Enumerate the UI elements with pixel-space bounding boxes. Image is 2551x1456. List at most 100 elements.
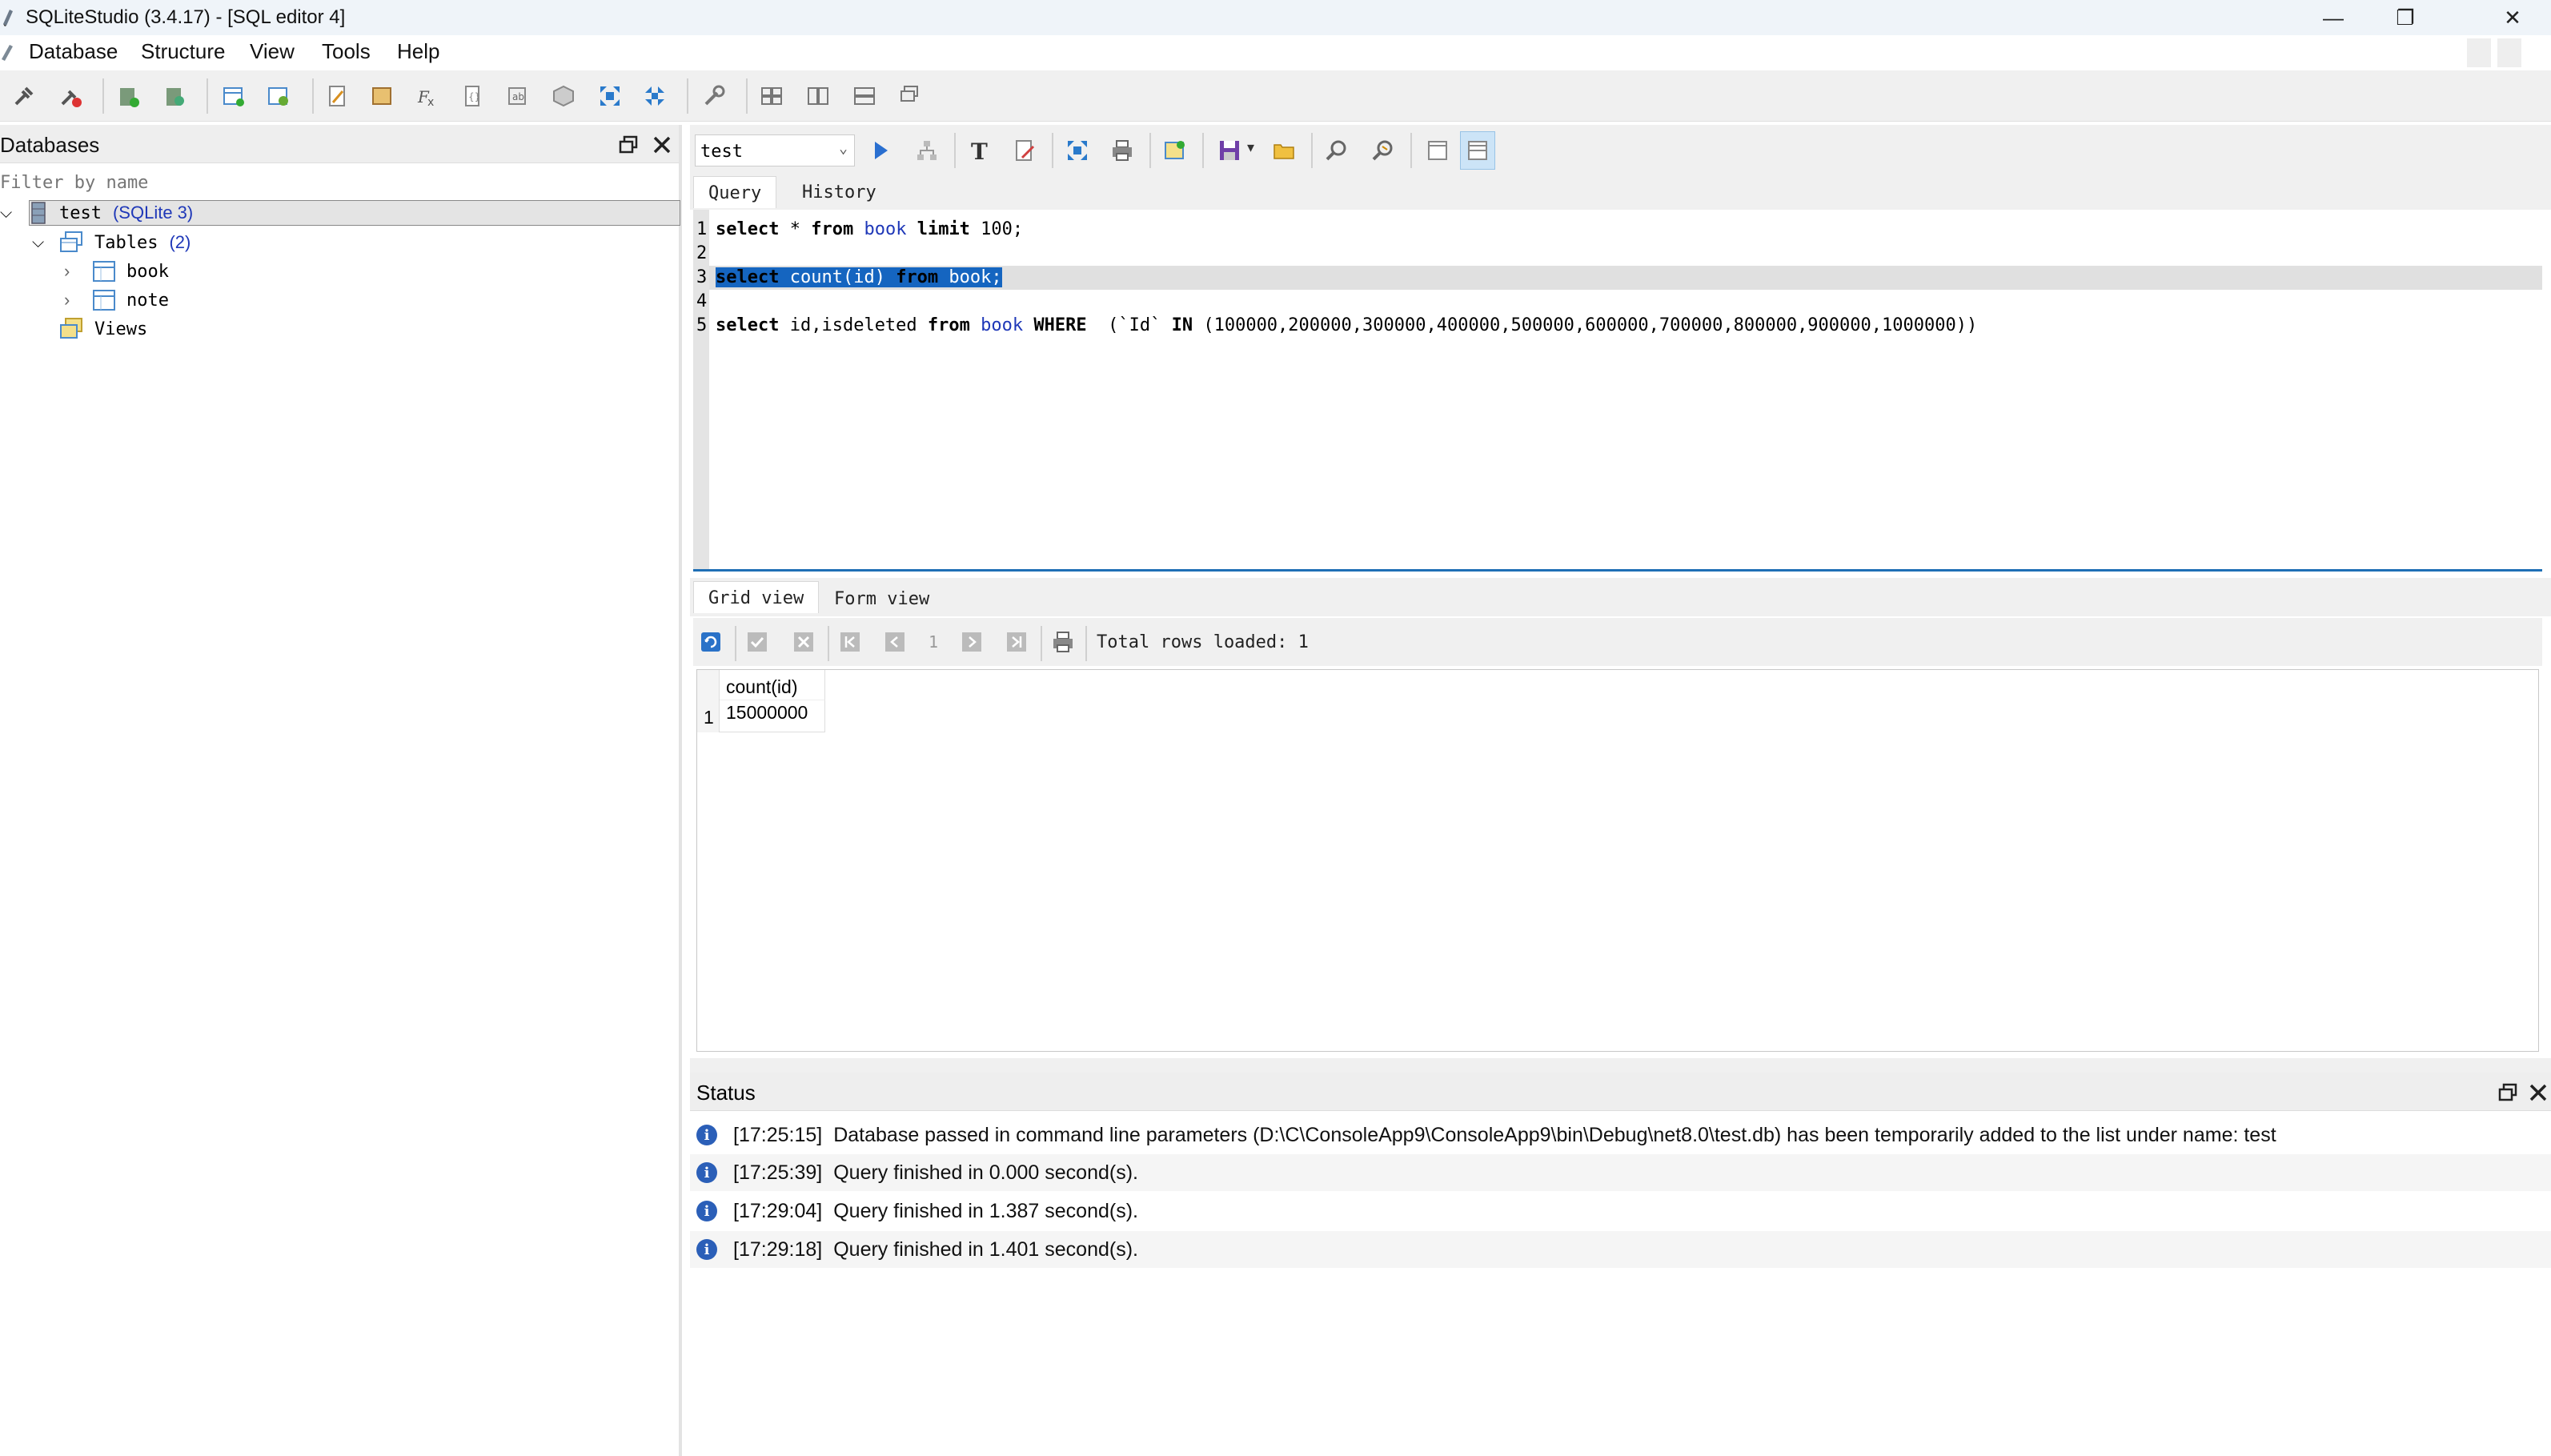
toolbar-separator <box>1410 133 1412 168</box>
fullscreen-results-button[interactable] <box>1063 136 1092 165</box>
menu-view[interactable]: View <box>250 39 295 64</box>
edit-database-button[interactable] <box>160 82 189 110</box>
cascade-windows-button[interactable] <box>596 82 624 110</box>
table-icon <box>93 261 115 282</box>
find-button[interactable] <box>1322 136 1351 165</box>
toolbar-separator <box>954 133 956 168</box>
refresh-results-button[interactable] <box>696 628 725 656</box>
restore-button[interactable]: ❐ <box>2369 0 2441 35</box>
cell-value: 15000000 <box>726 702 808 723</box>
tree-tables[interactable]: ⌵ Tables (2) <box>32 229 191 256</box>
edit-pen-icon <box>2 45 13 61</box>
open-sql-editor-button[interactable] <box>323 82 352 110</box>
status-panel-title: Status <box>696 1081 756 1105</box>
tile-vertical-button[interactable] <box>850 82 879 110</box>
execute-query-button[interactable] <box>866 136 895 165</box>
results-below-button[interactable] <box>1463 136 1492 165</box>
close-panel-icon[interactable] <box>652 134 672 155</box>
row-number: 1 <box>704 707 714 728</box>
extensions-button[interactable]: ab <box>503 82 531 110</box>
fit-windows-button[interactable] <box>640 82 669 110</box>
commit-button[interactable] <box>743 628 772 656</box>
expand-chevron-icon[interactable]: › <box>64 261 82 282</box>
connect-button[interactable] <box>10 82 38 110</box>
tree-table-book[interactable]: › book <box>64 258 169 285</box>
expand-chevron-icon[interactable]: › <box>64 290 82 311</box>
ddl-history-button[interactable] <box>368 82 397 110</box>
save-dropdown-arrow-icon[interactable]: ▾ <box>1247 139 1254 156</box>
add-database-button[interactable] <box>114 82 142 110</box>
snippets-button[interactable] <box>549 82 578 110</box>
results-tabs-bar: Grid view Form view <box>690 578 2551 616</box>
database-select-value: test <box>700 142 743 162</box>
tree-views[interactable]: Views <box>59 315 147 343</box>
sql-editor-toolbar: test ⌄ T ▾ <box>690 125 2551 176</box>
close-panel-icon[interactable] <box>2528 1082 2549 1103</box>
collapse-chevron-icon[interactable]: ⌵ <box>0 204 19 223</box>
tab-grid-view[interactable]: Grid view <box>693 581 820 613</box>
tile-icon <box>761 87 782 105</box>
status-splitter[interactable] <box>690 1058 2551 1073</box>
sql-text: count(id) <box>779 267 896 287</box>
print-results-button[interactable] <box>1049 628 1077 656</box>
find-replace-button[interactable] <box>1369 136 1398 165</box>
format-sql-button[interactable]: T <box>965 136 994 165</box>
sql-text: 100; <box>969 219 1024 239</box>
functions-editor-button[interactable]: Fx <box>413 82 442 110</box>
tile-horizontal-button[interactable] <box>804 82 832 110</box>
tile-vertical-icon <box>854 87 875 105</box>
menu-tools[interactable]: Tools <box>322 39 371 64</box>
previous-page-button[interactable] <box>880 628 909 656</box>
menu-structure[interactable]: Structure <box>141 39 226 64</box>
toolbar-separator <box>102 78 104 114</box>
tile-windows-button[interactable] <box>757 82 786 110</box>
results-grid[interactable]: count(id) 1 15000000 <box>696 669 2539 1052</box>
sql-keyword: from <box>811 219 854 239</box>
results-in-tab-button[interactable] <box>1423 136 1452 165</box>
menu-help[interactable]: Help <box>397 39 439 64</box>
collations-editor-button[interactable]: {} <box>458 82 487 110</box>
info-icon: i <box>696 1239 717 1260</box>
connect-plug-icon <box>14 86 34 106</box>
tree-table-note[interactable]: › note <box>64 287 169 314</box>
create-view-button[interactable] <box>1161 136 1189 165</box>
tab-history[interactable]: History <box>788 176 891 208</box>
status-text: Query finished in 0.000 second(s). <box>833 1161 1138 1184</box>
svg-text:{}: {} <box>468 91 480 102</box>
next-page-button[interactable] <box>957 628 986 656</box>
tab-form-view[interactable]: Form view <box>820 583 944 615</box>
disconnect-button[interactable] <box>56 82 85 110</box>
configure-button[interactable] <box>700 82 728 110</box>
database-filter-input[interactable] <box>0 170 679 195</box>
sql-text: (100000,200000,300000,400000,500000,6000… <box>1193 315 1978 335</box>
database-select[interactable]: test ⌄ <box>695 134 855 166</box>
float-panel-icon[interactable] <box>2497 1082 2518 1103</box>
save-sql-button[interactable] <box>1215 136 1244 165</box>
grid-cell[interactable]: 15000000 <box>720 700 825 732</box>
last-page-button[interactable] <box>1002 628 1031 656</box>
print-query-button[interactable] <box>1108 136 1137 165</box>
toolbar-separator <box>828 626 829 661</box>
edit-table-button[interactable] <box>264 82 293 110</box>
tab-query[interactable]: Query <box>693 176 777 208</box>
sql-code-editor[interactable]: 1 2 3 4 5 select * from book limit 100; … <box>693 210 2542 572</box>
selected-query: select count(id) from book; <box>716 267 1002 287</box>
minimize-button[interactable]: — <box>2297 0 2369 35</box>
cascade-button[interactable] <box>895 82 924 110</box>
folder-open-icon <box>1273 144 1294 159</box>
clear-editor-button[interactable] <box>1010 136 1039 165</box>
column-header[interactable]: count(id) <box>720 670 825 700</box>
open-sql-file-button[interactable] <box>1269 136 1298 165</box>
collapse-chevron-icon[interactable]: ⌵ <box>32 234 50 252</box>
close-window-button[interactable]: ✕ <box>2477 0 2549 35</box>
float-panel-icon[interactable] <box>618 134 639 155</box>
mdi-close-button[interactable] <box>2497 38 2521 67</box>
menu-database[interactable]: Database <box>29 39 118 64</box>
tree-database-test[interactable]: ⌵ test (SQLite 3) <box>0 199 193 227</box>
current-page-number[interactable]: 1 <box>929 632 938 652</box>
explain-query-button[interactable] <box>913 136 941 165</box>
first-page-button[interactable] <box>836 628 864 656</box>
rollback-button[interactable] <box>789 628 818 656</box>
new-table-button[interactable] <box>219 82 248 110</box>
mdi-restore-button[interactable] <box>2467 38 2491 67</box>
